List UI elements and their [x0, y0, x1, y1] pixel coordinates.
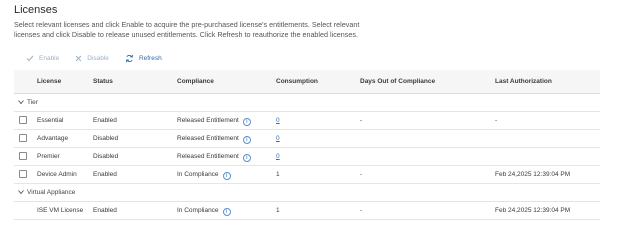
table-row: Device Admin Enabled In Compliance i 1 - … [14, 166, 600, 184]
consumption-value: 1 [276, 207, 280, 214]
licenses-table: License Status Compliance Consumption Da… [14, 70, 600, 220]
license-name: Essential [37, 117, 64, 124]
column-status[interactable]: Status [93, 78, 113, 85]
consumption-value: 1 [276, 171, 280, 178]
chevron-down-icon[interactable] [18, 189, 24, 195]
days-out-of-compliance: - [360, 117, 363, 124]
disable-label: Disable [87, 54, 109, 62]
toolbar: Enable Disable Refresh [26, 51, 178, 65]
license-name: Advantage [37, 135, 69, 142]
license-status: Enabled [93, 117, 117, 124]
license-status: Enabled [93, 207, 117, 214]
check-icon [26, 55, 34, 61]
license-status: Disabled [93, 135, 119, 142]
compliance-cell: Released Entitlement i [177, 117, 251, 126]
info-icon[interactable]: i [242, 118, 251, 126]
table-row: ISE VM License Enabled In Compliance i 1 … [14, 202, 600, 220]
row-checkbox[interactable] [19, 134, 27, 142]
info-icon[interactable]: i [242, 136, 251, 144]
compliance-cell: In Compliance i [177, 207, 231, 216]
row-checkbox[interactable] [19, 152, 27, 160]
consumption-link[interactable]: 0 [276, 135, 280, 142]
last-authorization: Feb 24,2025 12:39:04 PM [495, 171, 571, 178]
info-icon[interactable]: i [222, 172, 231, 180]
refresh-label: Refresh [138, 54, 162, 62]
group-row-tier[interactable]: Tier [14, 94, 600, 112]
table-header: License Status Compliance Consumption Da… [14, 70, 600, 94]
compliance-text: Released Entitlement [177, 117, 239, 124]
consumption-link[interactable]: 0 [276, 153, 280, 160]
group-label: Virtual Appliance [27, 189, 76, 196]
refresh-icon [125, 54, 134, 62]
x-icon [75, 55, 82, 61]
days-out-of-compliance: - [360, 207, 363, 214]
license-status: Disabled [93, 153, 119, 160]
page-description: Select relevant licenses and click Enabl… [14, 20, 360, 39]
compliance-text: Released Entitlement [177, 153, 239, 160]
compliance-cell: In Compliance i [177, 171, 231, 180]
column-license[interactable]: License [37, 78, 61, 85]
compliance-text: In Compliance [177, 207, 219, 214]
row-checkbox[interactable] [19, 170, 27, 178]
column-last-authorization[interactable]: Last Authorization [495, 78, 552, 85]
compliance-text: Released Entitlement [177, 135, 239, 142]
license-name: ISE VM License [37, 207, 84, 214]
days-out-of-compliance: - [360, 171, 363, 178]
info-icon[interactable]: i [242, 154, 251, 162]
table-row: Advantage Disabled Released Entitlement i… [14, 130, 600, 148]
chevron-down-icon[interactable] [18, 99, 24, 105]
last-authorization: - [495, 117, 498, 124]
disable-button[interactable]: Disable [75, 55, 109, 62]
license-name: Device Admin [37, 171, 77, 178]
compliance-cell: Released Entitlement i [177, 135, 251, 144]
last-authorization: Feb 24,2025 12:39:04 PM [495, 207, 571, 214]
refresh-button[interactable]: Refresh [125, 54, 162, 63]
column-compliance[interactable]: Compliance [177, 78, 214, 85]
info-icon[interactable]: i [222, 208, 231, 216]
license-name: Premier [37, 153, 60, 160]
compliance-text: In Compliance [177, 171, 219, 178]
page-title: Licenses [14, 4, 58, 16]
enable-label: Enable [39, 54, 60, 62]
table-row: Essential Enabled Released Entitlement i … [14, 112, 600, 130]
license-status: Enabled [93, 171, 117, 178]
enable-button[interactable]: Enable [26, 55, 59, 62]
group-row-virtual-appliance[interactable]: Virtual Appliance [14, 184, 600, 202]
column-consumption[interactable]: Consumption [276, 78, 318, 85]
consumption-link[interactable]: 0 [276, 117, 280, 124]
row-checkbox[interactable] [19, 116, 27, 124]
column-days-out-of-compliance[interactable]: Days Out of Compliance [360, 78, 435, 85]
group-label: Tier [27, 99, 38, 106]
compliance-cell: Released Entitlement i [177, 153, 251, 162]
table-row: Premier Disabled Released Entitlement i 0 [14, 148, 600, 166]
